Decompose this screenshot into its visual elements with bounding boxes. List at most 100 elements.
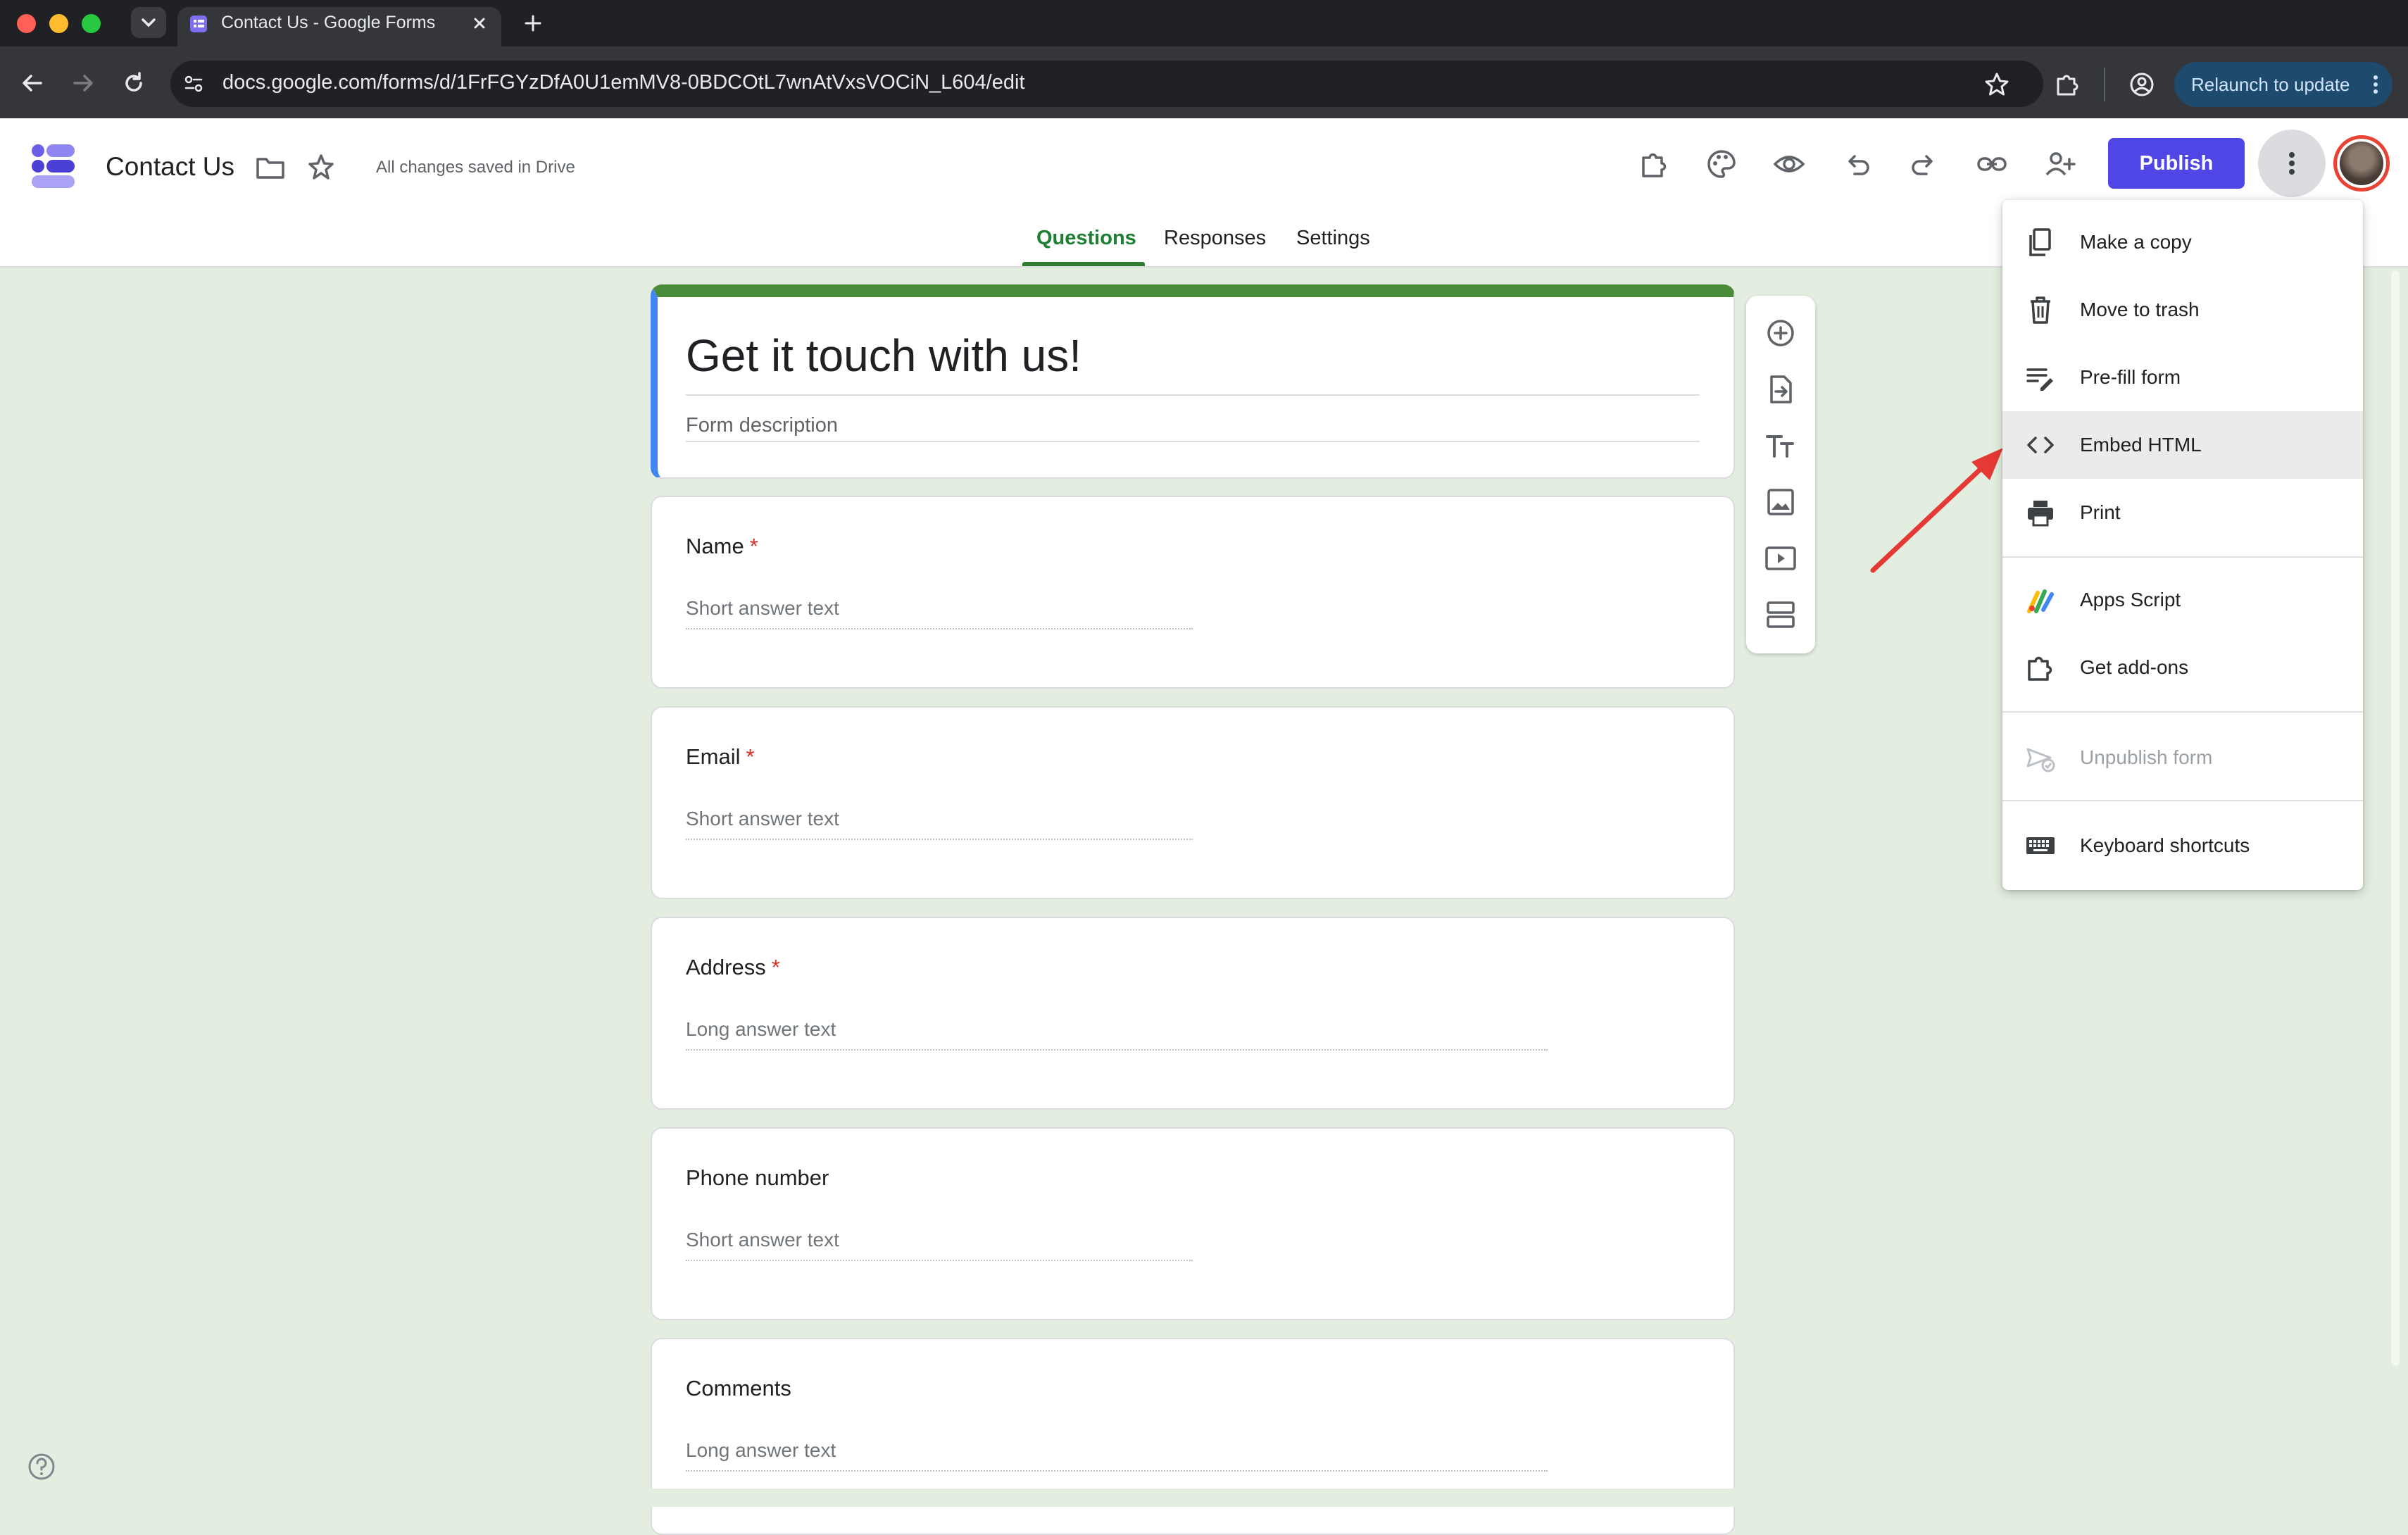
publish-button[interactable]: Publish bbox=[2108, 138, 2245, 189]
form-title[interactable]: Get it touch with us! bbox=[686, 330, 1081, 382]
answer-placeholder: Short answer text bbox=[686, 808, 839, 829]
import-questions-icon[interactable] bbox=[1764, 373, 1797, 406]
question-title: Comments bbox=[686, 1376, 791, 1401]
back-arrow-icon[interactable] bbox=[17, 68, 48, 99]
active-tab-indicator bbox=[1022, 262, 1145, 266]
chevron-down-icon bbox=[142, 18, 156, 27]
menu-item-move-to-trash[interactable]: Move to trash bbox=[2002, 276, 2363, 344]
menu-item-unpublish-form: Unpublish form bbox=[2002, 724, 2363, 791]
add-image-icon[interactable] bbox=[1764, 486, 1797, 518]
answer-underline bbox=[686, 839, 1193, 840]
annotation-arrow bbox=[1859, 437, 2021, 584]
print-icon bbox=[2028, 501, 2053, 527]
relaunch-to-update-button[interactable]: Relaunch to update bbox=[2174, 62, 2393, 107]
move-to-folder-icon[interactable] bbox=[255, 154, 287, 182]
close-window-button[interactable] bbox=[17, 14, 36, 33]
tab-search-button[interactable] bbox=[131, 7, 166, 38]
menu-item-label: Unpublish form bbox=[2080, 746, 2213, 768]
bookmark-star-icon[interactable] bbox=[1981, 69, 2012, 100]
site-settings-icon[interactable] bbox=[182, 72, 206, 96]
form-name[interactable]: Contact Us bbox=[106, 152, 234, 182]
answer-underline bbox=[686, 1260, 1193, 1261]
forward-arrow-icon[interactable] bbox=[68, 68, 99, 99]
required-asterisk: * bbox=[749, 534, 758, 558]
scrollbar[interactable] bbox=[2391, 270, 2400, 1366]
menu-item-label: Move to trash bbox=[2080, 299, 2200, 320]
forms-favicon-icon bbox=[189, 14, 208, 34]
question-title: Email * bbox=[686, 744, 755, 769]
add-ons-icon[interactable] bbox=[1638, 148, 1670, 180]
answer-underline bbox=[686, 628, 1193, 629]
question-title: Phone number bbox=[686, 1165, 829, 1190]
url-text: docs.google.com/forms/d/1FrFGYzDfA0U1emM… bbox=[222, 71, 1025, 94]
forms-logo-icon[interactable] bbox=[28, 141, 79, 192]
question-card-email[interactable] bbox=[651, 706, 1735, 899]
menu-divider bbox=[2002, 556, 2363, 558]
avatar[interactable] bbox=[2333, 135, 2390, 192]
question-card-address[interactable] bbox=[651, 917, 1735, 1110]
menu-item-print[interactable]: Print bbox=[2002, 479, 2363, 546]
answer-underline bbox=[686, 1049, 1548, 1051]
more-vert-icon bbox=[2289, 152, 2295, 175]
star-icon[interactable] bbox=[306, 152, 337, 183]
menu-item-label: Keyboard shortcuts bbox=[2080, 834, 2250, 856]
menu-divider bbox=[2002, 711, 2363, 713]
menu-item-make-a-copy[interactable]: Make a copy bbox=[2002, 208, 2363, 276]
menu-item-apps-script[interactable]: Apps Script bbox=[2002, 566, 2363, 634]
maximize-window-button[interactable] bbox=[82, 14, 101, 33]
form-description-field[interactable]: Form description bbox=[686, 414, 838, 437]
puzzle-icon bbox=[2028, 656, 2052, 681]
description-underline bbox=[686, 441, 1700, 442]
minimize-window-button[interactable] bbox=[49, 14, 68, 33]
reload-icon[interactable] bbox=[118, 68, 149, 99]
add-collaborators-icon[interactable] bbox=[2043, 148, 2076, 180]
menu-item-pre-fill-form[interactable]: Pre-fill form bbox=[2002, 344, 2363, 411]
copy-link-icon[interactable] bbox=[1976, 148, 2008, 180]
customize-theme-icon[interactable] bbox=[1705, 148, 1738, 180]
relaunch-label: Relaunch to update bbox=[2191, 74, 2350, 95]
answer-placeholder: Long answer text bbox=[686, 1018, 836, 1040]
profile-icon[interactable] bbox=[2126, 69, 2157, 100]
menu-item-keyboard-shortcuts[interactable]: Keyboard shortcuts bbox=[2002, 812, 2363, 879]
title-underline bbox=[686, 394, 1700, 396]
add-video-icon[interactable] bbox=[1764, 542, 1797, 575]
preview-eye-icon[interactable] bbox=[1773, 148, 1805, 180]
tab-responses[interactable]: Responses bbox=[1164, 227, 1266, 250]
menu-item-label: Make a copy bbox=[2080, 231, 2192, 253]
answer-underline bbox=[686, 1470, 1548, 1472]
menu-item-label: Apps Script bbox=[2080, 589, 2181, 610]
save-status: All changes saved in Drive bbox=[376, 158, 575, 177]
tab-questions[interactable]: Questions bbox=[1036, 227, 1136, 250]
question-card-name[interactable] bbox=[651, 496, 1735, 689]
add-question-icon[interactable] bbox=[1764, 317, 1797, 349]
add-section-icon[interactable] bbox=[1764, 599, 1797, 631]
browser-menu-icon[interactable] bbox=[2367, 72, 2384, 97]
menu-item-label: Embed HTML bbox=[2080, 434, 2202, 456]
prefill-icon bbox=[2026, 368, 2053, 391]
more-options-button[interactable] bbox=[2258, 130, 2326, 197]
form-title-card bbox=[651, 284, 1735, 479]
menu-item-label: Print bbox=[2080, 501, 2121, 523]
apps-script-icon bbox=[2027, 589, 2054, 613]
keyboard-icon bbox=[2026, 837, 2055, 854]
question-title: Name * bbox=[686, 534, 758, 558]
close-tab-icon[interactable] bbox=[469, 13, 490, 34]
menu-item-label: Pre-fill form bbox=[2080, 366, 2181, 388]
answer-placeholder: Short answer text bbox=[686, 1229, 839, 1251]
redo-icon[interactable] bbox=[1908, 148, 1940, 180]
tab-settings[interactable]: Settings bbox=[1296, 227, 1370, 250]
answer-placeholder: Long answer text bbox=[686, 1439, 836, 1461]
bottom-edge bbox=[0, 1489, 2408, 1507]
trash-icon bbox=[2031, 296, 2050, 324]
code-icon bbox=[2027, 437, 2054, 453]
browser-tab-title: Contact Us - Google Forms bbox=[221, 13, 436, 32]
menu-item-embed-html[interactable]: Embed HTML bbox=[2002, 411, 2363, 479]
add-title-icon[interactable] bbox=[1764, 430, 1797, 462]
question-card-phone[interactable] bbox=[651, 1127, 1735, 1320]
help-icon[interactable] bbox=[27, 1452, 56, 1481]
new-tab-icon[interactable] bbox=[521, 11, 545, 35]
extensions-puzzle-icon[interactable] bbox=[2052, 69, 2083, 100]
required-asterisk: * bbox=[771, 955, 780, 979]
undo-icon[interactable] bbox=[1841, 148, 1873, 180]
menu-item-get-add-ons[interactable]: Get add-ons bbox=[2002, 634, 2363, 701]
